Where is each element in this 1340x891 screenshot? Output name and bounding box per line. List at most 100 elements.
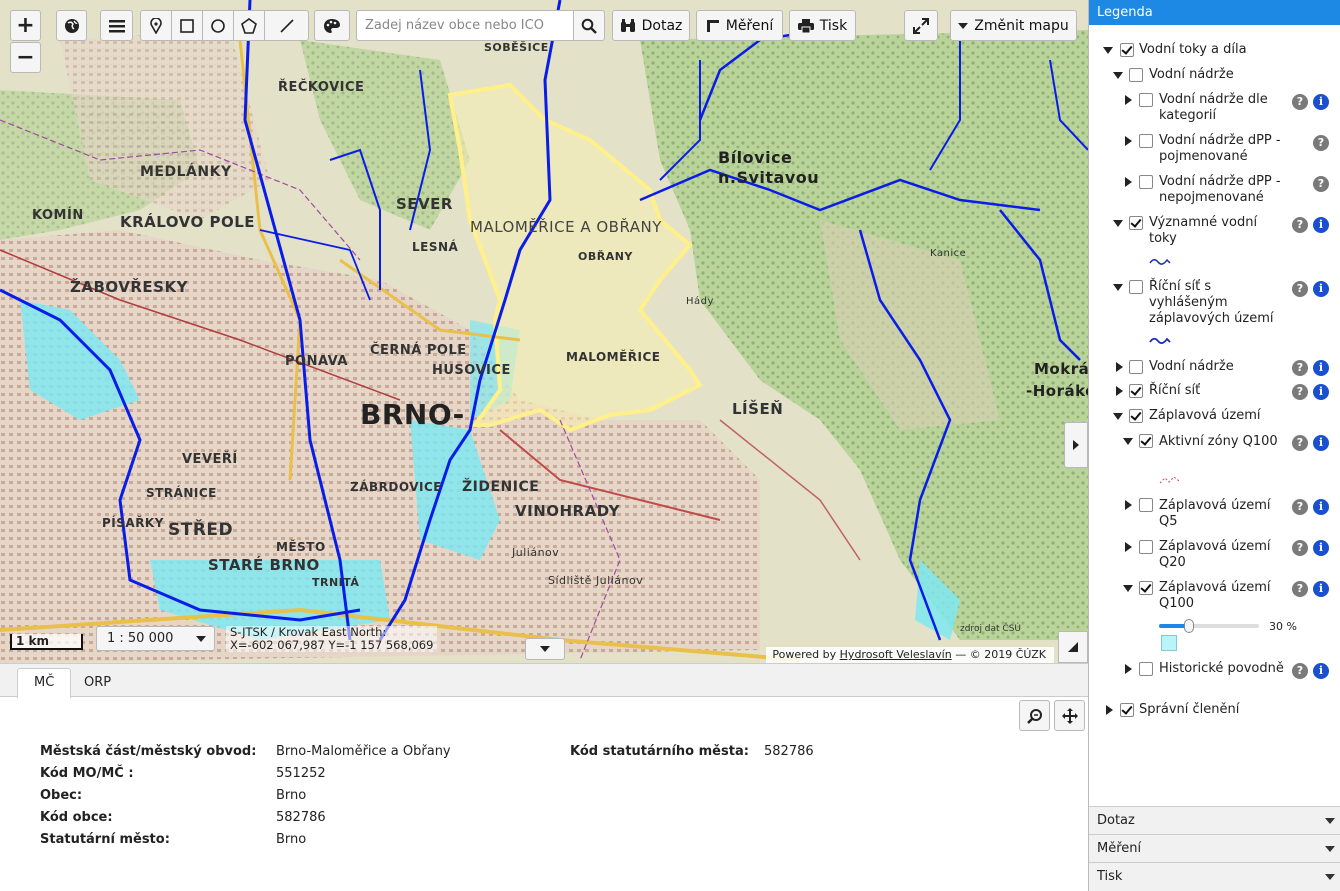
checkbox-vodni-nadrze-dpp-nepojmenovane[interactable] bbox=[1139, 175, 1153, 189]
toggle-legend-button[interactable] bbox=[1064, 422, 1088, 468]
help-icon[interactable]: ? bbox=[1292, 435, 1308, 451]
checkbox-spravni-cleneni[interactable] bbox=[1120, 703, 1134, 717]
accordion-mereni[interactable]: Měření bbox=[1089, 834, 1340, 862]
info-icon[interactable]: i bbox=[1313, 281, 1329, 297]
checkbox-zaplavova-uzemi[interactable] bbox=[1129, 409, 1143, 423]
legend-item-ricni-sit: Říční síť bbox=[1149, 383, 1201, 398]
map-canvas[interactable] bbox=[0, 0, 1088, 663]
info-icon[interactable]: i bbox=[1313, 540, 1329, 556]
info-icon[interactable]: i bbox=[1313, 384, 1329, 400]
expand-toggle[interactable] bbox=[1113, 284, 1123, 291]
expand-toggle[interactable] bbox=[1123, 438, 1133, 445]
checkbox-vyznamne-vodni-toky[interactable] bbox=[1129, 216, 1143, 230]
zoom-to-feature-button[interactable] bbox=[1019, 700, 1050, 731]
collapse-toggle[interactable] bbox=[1106, 705, 1113, 715]
help-icon[interactable]: ? bbox=[1292, 581, 1308, 597]
field-value-kod-mo: 551252 bbox=[276, 766, 326, 781]
help-icon[interactable]: ? bbox=[1292, 217, 1308, 233]
expand-toggle[interactable] bbox=[1123, 585, 1133, 592]
opacity-slider[interactable] bbox=[1159, 619, 1259, 633]
map-label-trnita: TRNITÁ bbox=[312, 576, 360, 589]
help-icon[interactable]: ? bbox=[1292, 281, 1308, 297]
help-icon[interactable]: ? bbox=[1313, 135, 1329, 151]
checkbox-aktivni-zony-q100[interactable] bbox=[1139, 434, 1153, 448]
map-label-reckovice: ŘEČKOVICE bbox=[278, 80, 365, 95]
accordion-tisk[interactable]: Tisk bbox=[1089, 862, 1340, 891]
globe-button[interactable] bbox=[56, 10, 87, 41]
help-icon[interactable]: ? bbox=[1292, 360, 1308, 376]
info-icon[interactable]: i bbox=[1313, 663, 1329, 679]
info-icon[interactable]: i bbox=[1313, 94, 1329, 110]
search-icon bbox=[581, 18, 597, 34]
expand-toggle[interactable] bbox=[1113, 413, 1123, 420]
map-label-mokra: Mokrá- bbox=[1034, 360, 1088, 378]
active-zone-symbol-icon bbox=[1159, 476, 1180, 484]
help-icon[interactable]: ? bbox=[1292, 499, 1308, 515]
collapse-toggle[interactable] bbox=[1125, 500, 1132, 510]
checkbox-vodni-nadrze-dpp-pojmenovane[interactable] bbox=[1139, 134, 1153, 148]
zoom-out-button[interactable]: − bbox=[10, 42, 41, 73]
draw-point-button[interactable] bbox=[140, 10, 172, 41]
map-label-stred: STŘED bbox=[168, 520, 234, 540]
tab-orp[interactable]: ORP bbox=[67, 668, 128, 697]
info-icon[interactable]: i bbox=[1313, 435, 1329, 451]
collapse-panel-button[interactable] bbox=[525, 638, 565, 660]
draw-line-button[interactable] bbox=[264, 10, 309, 41]
zoom-in-button[interactable]: + bbox=[10, 10, 41, 41]
collapse-toggle[interactable] bbox=[1125, 136, 1132, 146]
checkbox-ricni-sit-zaplavova[interactable] bbox=[1129, 280, 1143, 294]
checkbox-zaplavova-uzemi-q100[interactable] bbox=[1139, 581, 1153, 595]
print-button[interactable]: Tisk bbox=[789, 10, 856, 41]
info-icon[interactable]: i bbox=[1313, 499, 1329, 515]
overview-map-button[interactable] bbox=[1058, 631, 1088, 663]
draw-circle-button[interactable] bbox=[202, 10, 234, 41]
expand-toggle[interactable] bbox=[1113, 220, 1123, 227]
collapse-toggle[interactable] bbox=[1116, 362, 1123, 372]
help-icon[interactable]: ? bbox=[1313, 176, 1329, 192]
expand-toggle[interactable] bbox=[1113, 72, 1123, 79]
palette-button[interactable] bbox=[314, 10, 350, 41]
info-icon[interactable]: i bbox=[1313, 360, 1329, 376]
draw-polygon-button[interactable] bbox=[233, 10, 265, 41]
fullscreen-button[interactable] bbox=[904, 10, 938, 41]
draw-rectangle-button[interactable] bbox=[171, 10, 203, 41]
expand-toggle[interactable] bbox=[1103, 47, 1113, 54]
opacity-slider-handle[interactable] bbox=[1184, 619, 1194, 633]
caret-right-icon bbox=[1073, 440, 1079, 450]
map-view[interactable]: BRNO- MALOMĚŘICE A OBŘANY OBŘANY MALOMĚŘ… bbox=[0, 0, 1088, 663]
attribution-link[interactable]: Hydrosoft Veleslavín bbox=[840, 648, 952, 661]
accordion-dotaz[interactable]: Dotaz bbox=[1089, 806, 1340, 834]
checkbox-zaplavova-uzemi-q20[interactable] bbox=[1139, 540, 1153, 554]
help-icon[interactable]: ? bbox=[1292, 384, 1308, 400]
collapse-toggle[interactable] bbox=[1116, 386, 1123, 396]
collapse-toggle[interactable] bbox=[1125, 177, 1132, 187]
collapse-toggle[interactable] bbox=[1125, 664, 1132, 674]
search-input[interactable] bbox=[356, 10, 574, 41]
help-icon[interactable]: ? bbox=[1292, 663, 1308, 679]
tab-mc[interactable]: MČ bbox=[17, 668, 72, 698]
info-icon[interactable]: i bbox=[1313, 217, 1329, 233]
field-label-obec: Obec: bbox=[40, 788, 83, 803]
measure-button[interactable]: Měření bbox=[696, 10, 783, 41]
checkbox-zaplavova-uzemi-q5[interactable] bbox=[1139, 498, 1153, 512]
collapse-toggle[interactable] bbox=[1125, 542, 1132, 552]
layers-menu-button[interactable] bbox=[100, 10, 133, 41]
checkbox-vodni-nadrze-dle-kategorii[interactable] bbox=[1139, 93, 1153, 107]
opacity-value: 30 % bbox=[1269, 620, 1297, 633]
legend-title[interactable]: Legenda bbox=[1089, 0, 1340, 25]
checkbox-vodni-nadrze-2[interactable] bbox=[1129, 360, 1143, 374]
info-icon[interactable]: i bbox=[1313, 581, 1329, 597]
help-icon[interactable]: ? bbox=[1292, 94, 1308, 110]
change-map-button[interactable]: Změnit mapu bbox=[950, 10, 1077, 41]
help-icon[interactable]: ? bbox=[1292, 540, 1308, 556]
collapse-toggle[interactable] bbox=[1125, 95, 1132, 105]
checkbox-ricni-sit[interactable] bbox=[1129, 384, 1143, 398]
search-button[interactable] bbox=[573, 10, 605, 41]
checkbox-vodni-nadrze[interactable] bbox=[1129, 68, 1143, 82]
scale-select[interactable]: 1 : 50 000 bbox=[96, 626, 215, 651]
checkbox-vodni-toky-a-dila[interactable] bbox=[1120, 43, 1134, 57]
checkbox-historicke-povodne[interactable] bbox=[1139, 662, 1153, 676]
map-label-ponava: PONAVA bbox=[285, 354, 348, 369]
pan-to-feature-button[interactable] bbox=[1054, 700, 1085, 731]
query-button[interactable]: Dotaz bbox=[612, 10, 690, 41]
